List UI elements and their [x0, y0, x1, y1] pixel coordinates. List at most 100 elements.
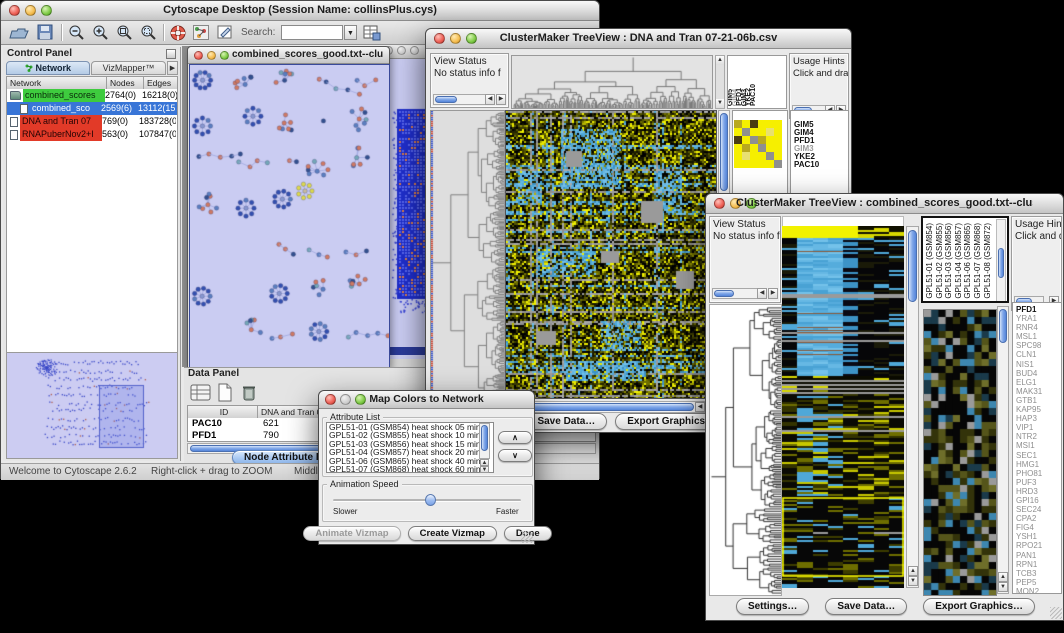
scroll-up-icon[interactable]: ▲: [998, 572, 1008, 582]
zoom-matrix-cell[interactable]: [742, 128, 750, 136]
zoom-matrix-cell[interactable]: [734, 128, 742, 136]
scrollbar-thumb[interactable]: [999, 309, 1007, 343]
save-data-button[interactable]: Save Data…: [525, 413, 607, 430]
treeview2-zoom-heatmap[interactable]: [923, 309, 997, 596]
treeview2-zoom-scrollbar[interactable]: ▲ ▼: [997, 306, 1009, 594]
zoom-fit-icon[interactable]: [115, 24, 133, 47]
zoom-matrix-cell[interactable]: [758, 152, 766, 160]
attribute-select-icon[interactable]: [190, 383, 212, 407]
scroll-left-icon[interactable]: ◀: [695, 402, 705, 412]
network-row[interactable]: combined_sco2569(6)13112(15): [7, 102, 177, 115]
zoom-matrix-cell[interactable]: [734, 152, 742, 160]
zoom-matrix-cell[interactable]: [758, 128, 766, 136]
zoom-matrix-cell[interactable]: [734, 160, 742, 168]
zoom-matrix-cell[interactable]: [766, 160, 774, 168]
save-icon[interactable]: [37, 24, 54, 46]
create-vizmap-button[interactable]: Create Vizmap: [408, 526, 497, 541]
attribute-list-item[interactable]: GPL51-07 (GSM868) heat shock 60 min: [327, 465, 493, 473]
minimize-icon[interactable]: [397, 46, 406, 55]
zoom-matrix-cell[interactable]: [774, 128, 782, 136]
annotation-icon[interactable]: [217, 25, 234, 46]
zoom-matrix-cell[interactable]: [758, 136, 766, 144]
scrollbar-thumb[interactable]: [524, 403, 694, 411]
animation-speed-slider[interactable]: [333, 499, 521, 502]
view-status-hscrollbar[interactable]: [712, 288, 758, 299]
zoom-matrix-cell[interactable]: [742, 120, 750, 128]
scroll-up-icon[interactable]: ▲: [908, 566, 918, 576]
close-icon[interactable]: [714, 198, 725, 209]
zoom-matrix-cell[interactable]: [758, 120, 766, 128]
treeview2-vscrollbar[interactable]: ▲ ▼: [906, 226, 919, 588]
scrollbar-thumb[interactable]: [714, 290, 734, 297]
attribute-list[interactable]: GPL51-01 (GSM854) heat shock 05 minGPL51…: [326, 422, 494, 473]
network-overview-canvas[interactable]: [7, 353, 177, 458]
scrollbar-thumb[interactable]: [720, 113, 728, 191]
zoom-matrix-cell[interactable]: [750, 120, 758, 128]
resize-grip[interactable]: [1050, 607, 1062, 619]
scroll-up-icon[interactable]: ▲: [716, 56, 724, 65]
zoom-window-icon[interactable]: [410, 46, 419, 55]
float-panel-icon[interactable]: [166, 49, 176, 59]
column-labels-scrollbar[interactable]: [996, 219, 1006, 302]
zoom-selected-icon[interactable]: [139, 24, 157, 47]
treeview1-zoom-view[interactable]: [734, 120, 782, 168]
column-header-nodes[interactable]: Nodes: [107, 77, 144, 89]
treeview2-row-dendrogram[interactable]: [709, 304, 782, 596]
column-header-network[interactable]: Network: [7, 77, 107, 89]
open-file-icon[interactable]: [9, 24, 29, 46]
zoom-matrix-cell[interactable]: [734, 144, 742, 152]
dialog-title-bar[interactable]: Map Colors to Network: [319, 391, 534, 409]
zoom-matrix-cell[interactable]: [742, 160, 750, 168]
slider-thumb[interactable]: [425, 494, 436, 506]
scroll-left-icon[interactable]: ◀: [757, 288, 767, 299]
zoom-matrix-cell[interactable]: [774, 144, 782, 152]
scroll-down-icon[interactable]: ▼: [908, 576, 918, 586]
scrollbar-thumb[interactable]: [435, 96, 457, 103]
move-down-button[interactable]: ∨: [498, 449, 532, 462]
zoom-matrix-cell[interactable]: [758, 144, 766, 152]
scroll-right-icon[interactable]: ▶: [496, 94, 506, 105]
column-header-edges[interactable]: Edges: [144, 77, 178, 89]
delete-attribute-icon[interactable]: [240, 383, 258, 407]
network-diagram-icon[interactable]: [193, 25, 210, 46]
zoom-matrix-cell[interactable]: [766, 120, 774, 128]
treeview2-title-bar[interactable]: ClusterMaker TreeView : combined_scores_…: [706, 194, 1063, 214]
network-overview-panel[interactable]: [6, 352, 178, 459]
settings-button[interactable]: Settings…: [736, 598, 809, 615]
zoom-matrix-cell[interactable]: [774, 152, 782, 160]
tab-network[interactable]: Network: [6, 61, 90, 75]
scrollbar-thumb[interactable]: [998, 248, 1004, 278]
zoom-matrix-cell[interactable]: [774, 120, 782, 128]
resize-grip[interactable]: [521, 531, 533, 543]
zoom-out-icon[interactable]: [67, 24, 85, 47]
tab-vizmapper[interactable]: VizMapper™: [91, 61, 166, 75]
scroll-right-icon[interactable]: ▶: [768, 288, 778, 299]
help-lifesaver-icon[interactable]: [169, 24, 187, 47]
zoom-in-icon[interactable]: [91, 24, 109, 47]
scrollbar-thumb[interactable]: [481, 425, 488, 451]
zoom-window-icon[interactable]: [220, 51, 229, 60]
treeview1-column-dendrogram[interactable]: [511, 55, 713, 109]
zoom-matrix-cell[interactable]: [766, 144, 774, 152]
scroll-left-icon[interactable]: ◀: [485, 94, 495, 105]
new-attribute-icon[interactable]: [216, 383, 234, 407]
zoom-matrix-cell[interactable]: [750, 144, 758, 152]
tabs-more-icon[interactable]: ▶: [167, 61, 178, 75]
zoom-matrix-cell[interactable]: [758, 160, 766, 168]
scroll-up-icon[interactable]: ▲: [480, 459, 489, 466]
zoom-matrix-cell[interactable]: [774, 160, 782, 168]
network1-title-bar[interactable]: combined_scores_good.txt--cluste...: [188, 47, 389, 64]
zoom-matrix-cell[interactable]: [750, 160, 758, 168]
treeview2-global-heatmap[interactable]: [782, 226, 904, 588]
scroll-down-icon[interactable]: ▼: [480, 466, 489, 473]
table-import-icon[interactable]: [363, 24, 381, 46]
treeview1-global-heatmap[interactable]: [505, 110, 717, 399]
scroll-down-icon[interactable]: ▼: [998, 582, 1008, 592]
scroll-down-icon[interactable]: ▼: [716, 99, 724, 108]
zoom-matrix-cell[interactable]: [774, 136, 782, 144]
treeview1-hscrollbar[interactable]: ◀ ▶: [505, 401, 717, 413]
close-icon[interactable]: [9, 5, 20, 16]
network-row[interactable]: combined_scores2764(0)16218(0): [7, 89, 177, 102]
column-header-id[interactable]: ID: [188, 406, 258, 418]
network-row[interactable]: DNA and Tran 07769(0)183728(0): [7, 115, 177, 128]
